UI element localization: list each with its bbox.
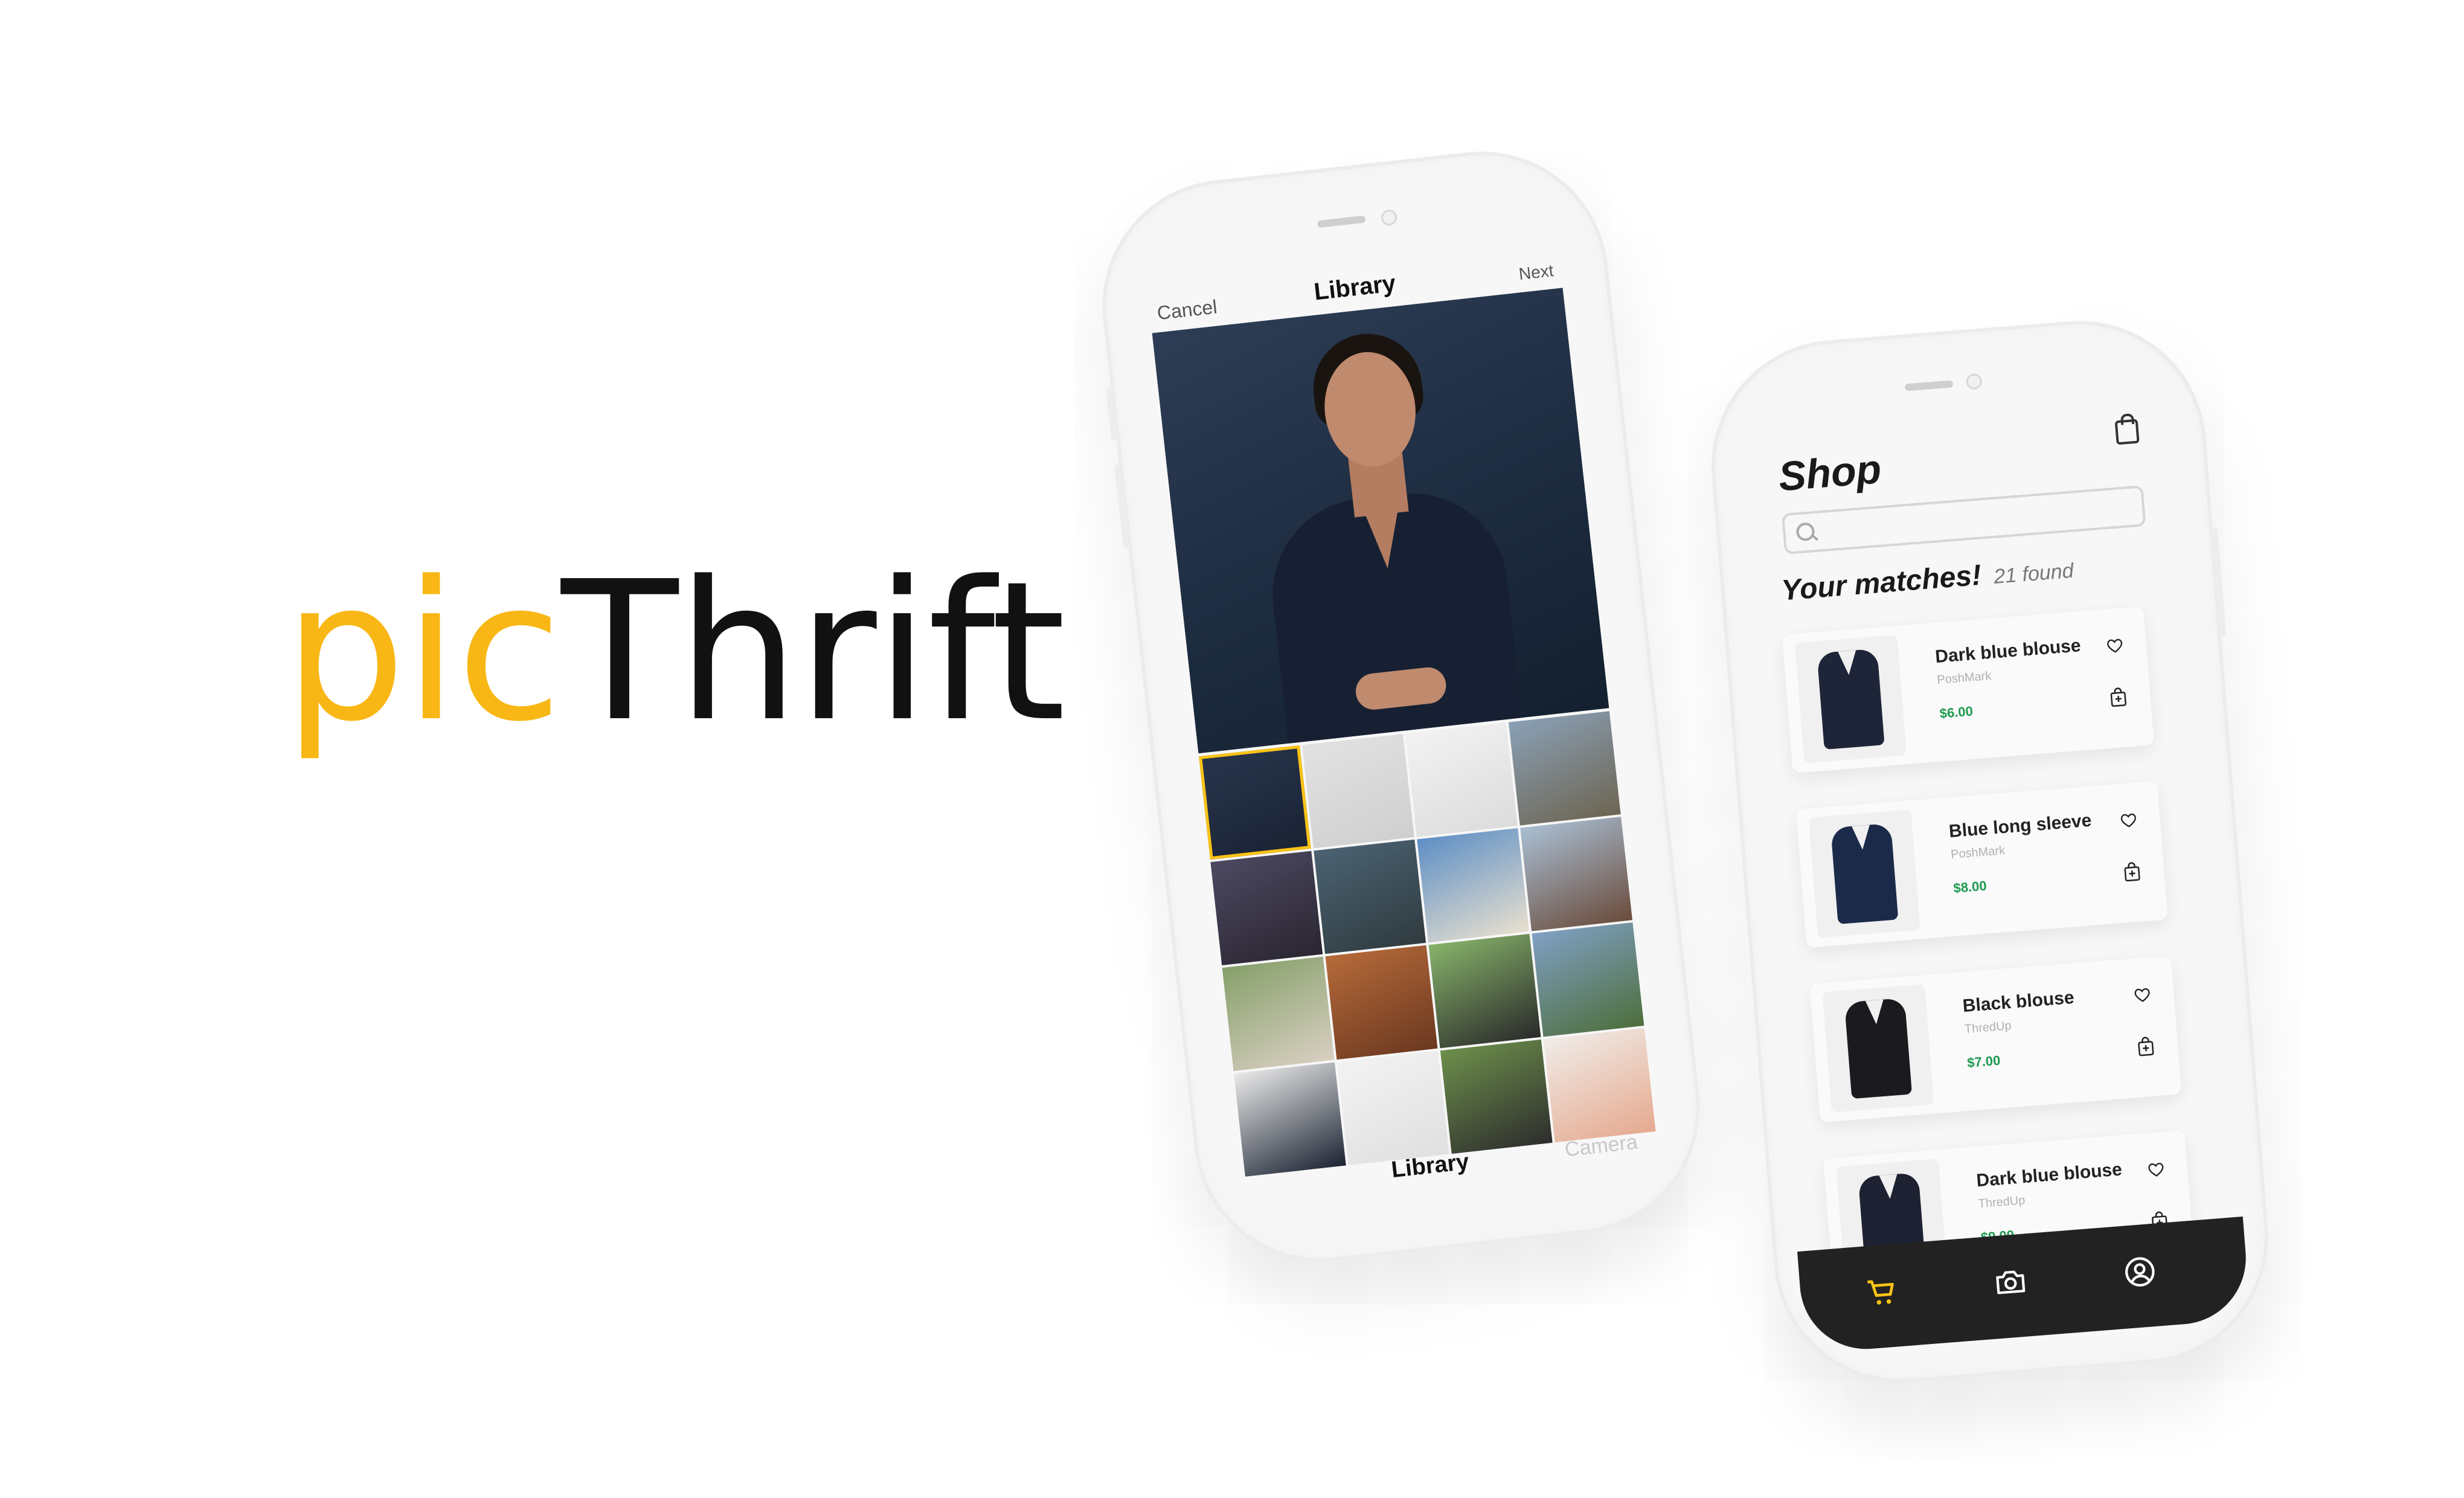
heart-icon[interactable] <box>2133 986 2151 1003</box>
tab-profile[interactable] <box>2122 1254 2158 1290</box>
product-card[interactable]: Black blouse ThredUp $7.00 <box>1809 956 2182 1123</box>
heart-icon[interactable] <box>2147 1161 2165 1178</box>
phone-side-button <box>1105 386 1118 441</box>
product-image <box>1822 984 1934 1113</box>
photo-thumbnail[interactable] <box>1417 828 1530 943</box>
photo-thumbnail[interactable] <box>1532 922 1644 1037</box>
photo-thumbnail[interactable] <box>1210 850 1323 966</box>
product-price: $7.00 <box>1966 1052 2001 1070</box>
product-name: Black blouse <box>1962 987 2075 1017</box>
heart-icon[interactable] <box>2120 812 2138 829</box>
tab-camera[interactable] <box>1992 1264 2029 1300</box>
phone-side-button <box>1114 464 1130 549</box>
photo-thumbnail[interactable] <box>1405 722 1518 837</box>
product-price: $6.00 <box>1939 703 1974 721</box>
product-list: Dark blue blouse PoshMark $6.00 Blue long s… <box>1782 606 2198 1333</box>
add-to-bag-icon[interactable] <box>2108 686 2128 708</box>
product-source: PoshMark <box>1936 669 1992 687</box>
phone-shop: Shop Your matches! 21 found Dark blue bl… <box>1702 311 2278 1392</box>
front-camera <box>1380 208 1398 227</box>
brand-logo: picThrift <box>284 556 1066 748</box>
phone-speaker <box>1904 380 1954 391</box>
product-card[interactable]: Blue long sleeve PoshMark $8.00 <box>1795 780 2168 948</box>
add-to-bag-icon[interactable] <box>2136 1036 2156 1058</box>
matches-title: Your matches! <box>1780 559 1983 607</box>
product-source: PoshMark <box>1950 844 2006 862</box>
logo-pic: pic <box>284 540 562 763</box>
profile-icon <box>2125 1257 2155 1287</box>
photo-thumbnail[interactable] <box>1314 839 1426 954</box>
product-source: ThredUp <box>1964 1019 2012 1037</box>
page-title: Shop <box>1777 446 1883 500</box>
portrait-photo <box>1245 321 1527 754</box>
phone-library: Cancel Library Next Library Camera <box>1089 138 1713 1275</box>
photo-thumbnail[interactable] <box>1222 956 1335 1072</box>
product-name: Dark blue blouse <box>1934 635 2082 667</box>
photo-thumbnail[interactable] <box>1301 733 1414 849</box>
tab-camera[interactable]: Camera <box>1564 1131 1638 1162</box>
product-source: ThredUp <box>1977 1194 2026 1211</box>
add-to-bag-icon[interactable] <box>2122 861 2142 883</box>
product-name: Blue long sleeve <box>1948 810 2093 842</box>
photo-thumbnail[interactable] <box>1199 745 1311 860</box>
shopping-bag-icon[interactable] <box>2114 419 2140 445</box>
product-price: $8.00 <box>1952 878 1988 896</box>
tab-shop[interactable] <box>1863 1274 1899 1310</box>
product-image <box>1808 809 1920 938</box>
front-camera <box>1965 373 1983 390</box>
search-icon <box>1795 522 1815 542</box>
next-button[interactable]: Next <box>1518 261 1554 284</box>
tab-library[interactable]: Library <box>1390 1149 1471 1183</box>
phone-speaker <box>1317 215 1366 228</box>
logo-thrift: Thrift <box>561 540 1066 763</box>
matches-header: Your matches! 21 found <box>1780 551 2074 608</box>
matches-count: 21 found <box>1992 559 2074 589</box>
selected-photo-preview <box>1152 288 1609 754</box>
camera-icon <box>1996 1270 2026 1294</box>
product-name: Dark blue blouse <box>1975 1159 2123 1191</box>
photo-thumbnail[interactable] <box>1428 933 1541 1049</box>
product-card[interactable]: Dark blue blouse PoshMark $6.00 <box>1782 606 2154 774</box>
product-image <box>1794 634 1907 763</box>
photo-grid <box>1199 711 1656 1177</box>
photo-thumbnail[interactable] <box>1325 945 1438 1060</box>
photo-thumbnail[interactable] <box>1508 711 1621 826</box>
heart-icon[interactable] <box>2106 637 2124 654</box>
photo-thumbnail[interactable] <box>1520 817 1633 931</box>
phone-side-button <box>2212 527 2227 637</box>
cart-icon <box>1867 1280 1894 1305</box>
